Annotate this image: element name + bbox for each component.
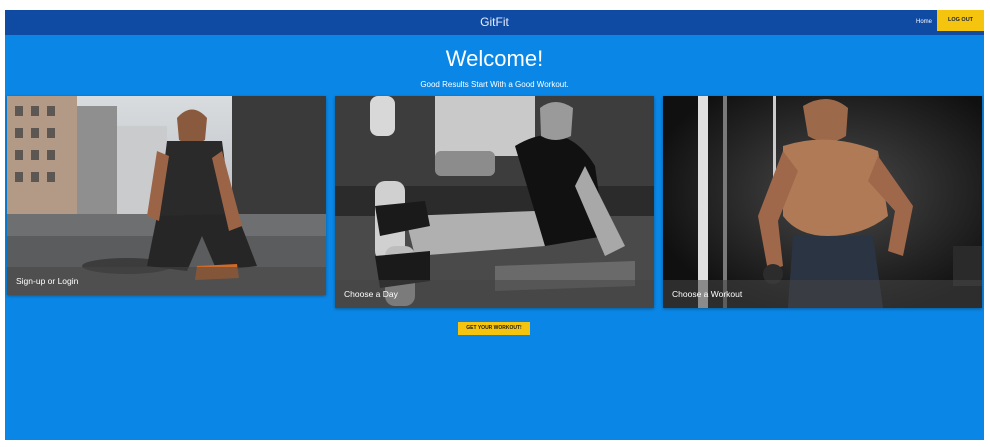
get-workout-button[interactable]: GET YOUR WORKOUT!: [458, 322, 530, 335]
card-caption: Choose a Day: [344, 289, 398, 299]
tagline: Good Results Start With a Good Workout.: [420, 80, 569, 89]
card-caption-bar: Sign-up or Login: [7, 267, 326, 295]
card-choose-workout[interactable]: Choose a Workout: [663, 96, 982, 308]
app-container: GitFit Home LOG OUT Welcome! Good Result…: [5, 10, 984, 440]
nav-home-link[interactable]: Home: [916, 10, 932, 35]
card-caption: Sign-up or Login: [16, 276, 79, 286]
card-choose-day[interactable]: Choose a Day: [335, 96, 654, 308]
logout-button[interactable]: LOG OUT: [937, 10, 984, 31]
runner-tying-shoe-photo: [7, 96, 326, 295]
leg-extension-machine-photo: [335, 96, 654, 308]
card-caption-bar: Choose a Day: [335, 280, 654, 308]
navbar: GitFit Home LOG OUT: [5, 10, 984, 35]
welcome-heading: Welcome!: [445, 46, 544, 71]
card-caption-bar: Choose a Workout: [663, 280, 982, 308]
brand-title[interactable]: GitFit: [5, 10, 984, 35]
cable-curl-athlete-photo: [663, 96, 982, 308]
card-caption: Choose a Workout: [672, 289, 743, 299]
card-signup-login[interactable]: Sign-up or Login: [7, 96, 326, 295]
